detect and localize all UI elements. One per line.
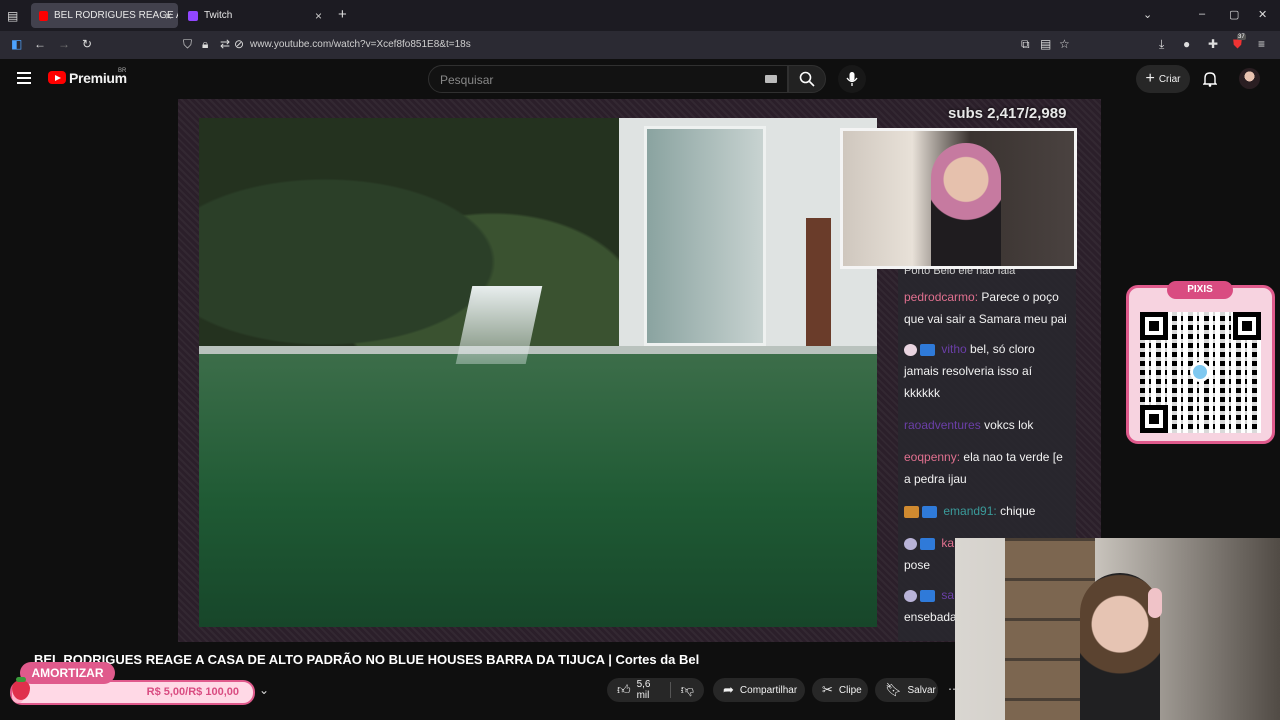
lock-icon[interactable]: 🔒︎ bbox=[202, 37, 208, 52]
crown-badge-icon bbox=[920, 589, 935, 602]
youtube-favicon-icon bbox=[39, 10, 48, 21]
tab-label: BEL RODRIGUES REAGE A C bbox=[53, 10, 178, 21]
share-icon: ➦ bbox=[723, 682, 734, 697]
logo-icon bbox=[1190, 362, 1210, 382]
search-input[interactable] bbox=[440, 73, 740, 87]
extension-badge: 37 bbox=[1237, 34, 1246, 40]
close-icon[interactable]: × bbox=[165, 9, 172, 23]
reader-mode-icon[interactable]: ▤ bbox=[1040, 37, 1051, 51]
keyboard-icon[interactable] bbox=[765, 75, 777, 83]
menu-icon[interactable]: ≡ bbox=[1258, 37, 1265, 51]
save-label: Salvar bbox=[907, 684, 936, 696]
like-button[interactable]: 👍︎ 5,6 mil bbox=[617, 679, 660, 701]
hamburger-menu-icon[interactable] bbox=[17, 72, 31, 84]
chevron-down-icon[interactable]: ⌄ bbox=[1143, 8, 1152, 21]
chat-username: ka bbox=[941, 536, 955, 550]
reload-icon[interactable]: ↻ bbox=[82, 37, 92, 51]
tab-youtube[interactable]: BEL RODRIGUES REAGE A C × bbox=[31, 3, 178, 28]
extensions-icon[interactable]: ✚ bbox=[1208, 37, 1218, 51]
minimize-icon[interactable]: – bbox=[1199, 8, 1205, 20]
thumbs-down-icon: 👎︎ bbox=[680, 682, 694, 697]
window-close-icon[interactable]: ✕ bbox=[1258, 8, 1267, 21]
moon-badge-icon bbox=[904, 589, 917, 602]
chat-username: pedrodcarmo: bbox=[904, 290, 979, 304]
new-tab-icon[interactable]: + bbox=[338, 6, 347, 23]
chat-message: raoadventures vokcs lok bbox=[904, 414, 1070, 436]
maximize-icon[interactable]: ▢ bbox=[1229, 8, 1239, 21]
account-icon[interactable]: ● bbox=[1183, 37, 1190, 51]
notifications-bell-icon[interactable] bbox=[1203, 71, 1217, 87]
download-icon[interactable]: ⤓ bbox=[1159, 37, 1164, 52]
chat-message: pedrodcarmo: Parece o poço que vai sair … bbox=[904, 286, 1070, 330]
close-icon[interactable]: × bbox=[315, 9, 322, 23]
plus-icon: + bbox=[1145, 70, 1155, 87]
chat-username: eoqpenny: bbox=[904, 450, 961, 464]
like-count: 5,6 mil bbox=[636, 679, 651, 701]
shield-icon[interactable]: ⛉ bbox=[183, 37, 192, 52]
sidebar-icon[interactable]: ◧ bbox=[11, 37, 22, 51]
forward-icon[interactable]: → bbox=[58, 37, 70, 51]
create-label: Criar bbox=[1158, 73, 1181, 85]
picture-in-picture-icon[interactable]: ⧉ bbox=[1021, 37, 1030, 52]
share-button[interactable]: ➦ Compartilhar bbox=[713, 678, 805, 702]
pixis-label: PIXIS bbox=[1167, 281, 1233, 299]
headphones-icon bbox=[1148, 588, 1162, 618]
url-bar[interactable]: www.youtube.com/watch?v=Xcef8fo851E8&t=1… bbox=[250, 39, 471, 50]
amortizar-badge: AMORTIZAR bbox=[20, 662, 115, 684]
bookmark-icon: 🔖︎ bbox=[885, 682, 902, 697]
chat-username: emand91: bbox=[943, 504, 997, 518]
goal-value: R$ 5,00/R$ 100,00 bbox=[146, 686, 239, 698]
clip-button[interactable]: ✂ Clipe bbox=[812, 678, 868, 702]
qr-code bbox=[1140, 312, 1261, 433]
bookmark-star-icon[interactable]: ☆ bbox=[1059, 37, 1070, 51]
chat-text: chique bbox=[1000, 504, 1036, 518]
chat-message: eoqpenny: ela nao ta verde [e a pedra ij… bbox=[904, 446, 1070, 490]
crown-badge-icon bbox=[922, 505, 937, 518]
twitch-favicon-icon bbox=[188, 10, 198, 21]
moon-badge-icon bbox=[904, 537, 917, 550]
dislike-button[interactable]: 👎︎ bbox=[681, 682, 694, 698]
clip-label: Clipe bbox=[838, 684, 862, 696]
tab-label: Twitch bbox=[204, 10, 233, 21]
emote-badge-icon bbox=[904, 343, 917, 356]
crown-badge-icon bbox=[920, 537, 935, 550]
search-box[interactable] bbox=[428, 65, 788, 93]
browser-navbar: ◧ ← → ↻ ⛉ 🔒︎ ⇄ ⊘ www.youtube.com/watch?v… bbox=[0, 31, 1280, 59]
subs-counter: subs 2,417/2,989 bbox=[948, 105, 1067, 122]
reactor-webcam bbox=[955, 538, 1280, 720]
chat-username: raoadventures bbox=[904, 418, 981, 432]
search-icon bbox=[799, 71, 815, 87]
more-options-icon[interactable]: ⋯ bbox=[948, 682, 960, 696]
microphone-icon bbox=[846, 72, 858, 86]
chat-message: vitho bel, só cloro jamais resolveria is… bbox=[904, 338, 1070, 404]
emote-badge-icon bbox=[904, 505, 919, 518]
crown-badge-icon bbox=[920, 343, 935, 356]
autoplay-blocked-icon[interactable]: ⊘ bbox=[234, 37, 244, 51]
chat-username: sa bbox=[941, 588, 955, 602]
scissors-icon: ✂ bbox=[822, 682, 833, 697]
share-label: Compartilhar bbox=[739, 684, 798, 696]
create-button[interactable]: + Criar bbox=[1136, 65, 1190, 93]
youtube-logo-icon[interactable] bbox=[48, 71, 66, 84]
search-button[interactable] bbox=[788, 65, 826, 93]
chat-message: emand91: chique bbox=[904, 500, 1070, 522]
chat-username: vitho bbox=[941, 342, 967, 356]
back-icon[interactable]: ← bbox=[34, 37, 46, 51]
like-dislike-group: 👍︎ 5,6 mil 👎︎ bbox=[607, 678, 704, 702]
save-button[interactable]: 🔖︎ Salvar bbox=[875, 678, 938, 702]
pool-video-frame bbox=[199, 118, 877, 627]
region-code: BR bbox=[118, 68, 127, 74]
chat-text: vokcs lok bbox=[984, 418, 1034, 432]
thumbs-up-icon: 👍︎ bbox=[617, 682, 631, 697]
tab-list-icon[interactable]: ▤ bbox=[7, 9, 18, 23]
user-avatar[interactable] bbox=[1239, 68, 1260, 89]
tab-twitch[interactable]: Twitch × bbox=[180, 3, 328, 28]
video-title: BEL RODRIGUES REAGE A CASA DE ALTO PADRÃ… bbox=[34, 652, 700, 667]
chevron-down-icon[interactable]: ⌄ bbox=[259, 683, 269, 697]
permissions-icon[interactable]: ⇄ bbox=[220, 37, 230, 51]
voice-search-button[interactable] bbox=[838, 65, 866, 93]
streamer-webcam bbox=[840, 128, 1077, 269]
youtube-header: Premium BR + Criar bbox=[0, 59, 1280, 99]
browser-tab-strip: ▤ BEL RODRIGUES REAGE A C × Twitch × + ⌄… bbox=[0, 0, 1280, 31]
